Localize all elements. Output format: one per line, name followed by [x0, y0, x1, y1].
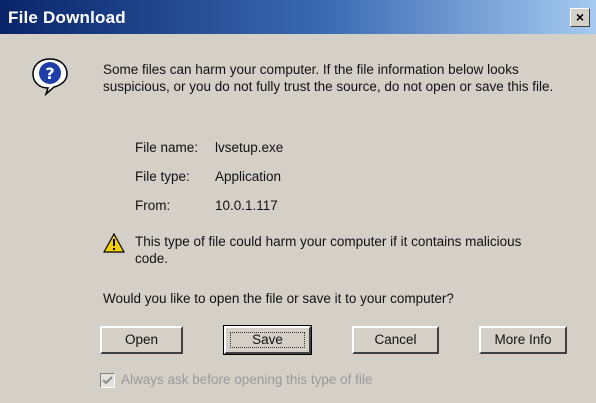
- warning-icon: [103, 233, 125, 253]
- file-download-dialog: File Download × ? Some files can harm yo…: [0, 0, 596, 403]
- open-save-question: Would you like to open the file or save …: [103, 291, 454, 306]
- more-info-button[interactable]: More Info: [479, 326, 567, 354]
- cancel-button-label: Cancel: [374, 332, 417, 347]
- file-source-label: From:: [135, 198, 171, 213]
- file-type-label: File type:: [135, 169, 190, 184]
- file-type-value: Application: [215, 169, 282, 184]
- file-name-value: lvsetup.exe: [215, 140, 284, 155]
- svg-text:?: ?: [45, 64, 54, 83]
- save-button[interactable]: Save: [223, 325, 312, 355]
- open-button-label: Open: [124, 332, 159, 347]
- more-info-button-label: More Info: [494, 332, 552, 347]
- close-icon: ×: [575, 9, 585, 25]
- always-ask-checkbox-label: Always ask before opening this type of f…: [121, 372, 373, 387]
- dialog-title: File Download: [8, 8, 126, 27]
- open-button[interactable]: Open: [100, 326, 183, 354]
- focus-ring: [230, 332, 305, 348]
- checkmark-icon: [102, 376, 113, 385]
- close-button[interactable]: ×: [570, 8, 590, 27]
- question-icon: ?: [32, 58, 68, 96]
- cancel-button[interactable]: Cancel: [352, 326, 439, 354]
- always-ask-checkbox[interactable]: [100, 373, 115, 388]
- warning-intro-text: Some files can harm your computer. If th…: [103, 62, 554, 94]
- harm-warning-text: This type of file could harm your comput…: [135, 234, 522, 266]
- file-source-value: 10.0.1.117: [215, 198, 278, 213]
- title-bar[interactable]: File Download ×: [0, 0, 596, 34]
- file-name-label: File name:: [135, 140, 199, 155]
